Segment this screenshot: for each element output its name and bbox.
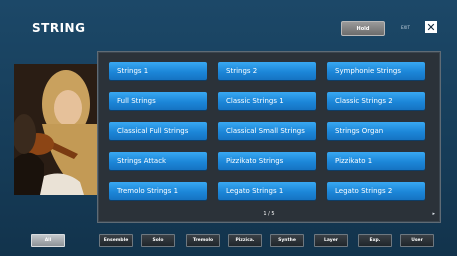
tab-ensemble[interactable]: Ensemble: [99, 234, 133, 247]
voice-button[interactable]: Strings Organ: [327, 122, 425, 140]
voice-list-panel: Strings 1 Strings 2 Symphonie Strings Full …: [97, 51, 441, 223]
voice-button[interactable]: Tremolo Strings 1: [109, 182, 207, 200]
tab-user[interactable]: User: [400, 234, 434, 247]
voice-button[interactable]: Classical Full Strings: [109, 122, 207, 140]
voice-button[interactable]: Legato Strings 1: [218, 182, 316, 200]
voice-button[interactable]: Symphonie Strings: [327, 62, 425, 80]
tab-pizzica[interactable]: Pizzica.: [228, 234, 262, 247]
tab-solo[interactable]: Solo: [141, 234, 175, 247]
tab-exp[interactable]: Exp.: [358, 234, 392, 247]
violinist-photo: [14, 64, 98, 195]
close-icon[interactable]: ✕: [425, 21, 437, 33]
voice-button[interactable]: Strings 1: [109, 62, 207, 80]
tab-layer[interactable]: Layer: [314, 234, 348, 247]
hold-button[interactable]: Hold: [341, 21, 385, 36]
voice-button[interactable]: Full Strings: [109, 92, 207, 110]
voice-button[interactable]: Classical Small Strings: [218, 122, 316, 140]
voice-grid: Strings 1 Strings 2 Symphonie Strings Full …: [109, 62, 425, 200]
voice-button[interactable]: Classic Strings 1: [218, 92, 316, 110]
exit-label: EXIT: [401, 25, 410, 30]
page-indicator: 1 / 5: [263, 211, 275, 217]
voice-button[interactable]: Pizzikato 1: [327, 152, 425, 170]
page-title: STRING: [32, 21, 86, 35]
voice-button[interactable]: Strings Attack: [109, 152, 207, 170]
voice-button[interactable]: Classic Strings 2: [327, 92, 425, 110]
voice-button[interactable]: Strings 2: [218, 62, 316, 80]
voice-button[interactable]: Legato Strings 2: [327, 182, 425, 200]
string-voice-screen: STRING Hold EXIT ✕ Strings 1 Strings 2 Sym…: [0, 0, 457, 256]
voice-button[interactable]: Pizzikato Strings: [218, 152, 316, 170]
tab-tremolo[interactable]: Tremolo: [186, 234, 220, 247]
tab-all[interactable]: All: [31, 234, 65, 247]
tab-synthe[interactable]: Synthe: [270, 234, 304, 247]
next-page-arrow-icon[interactable]: ▸: [432, 211, 435, 217]
category-tab-bar: All Ensemble Solo Tremolo Pizzica. Synthe Laye…: [31, 234, 441, 247]
